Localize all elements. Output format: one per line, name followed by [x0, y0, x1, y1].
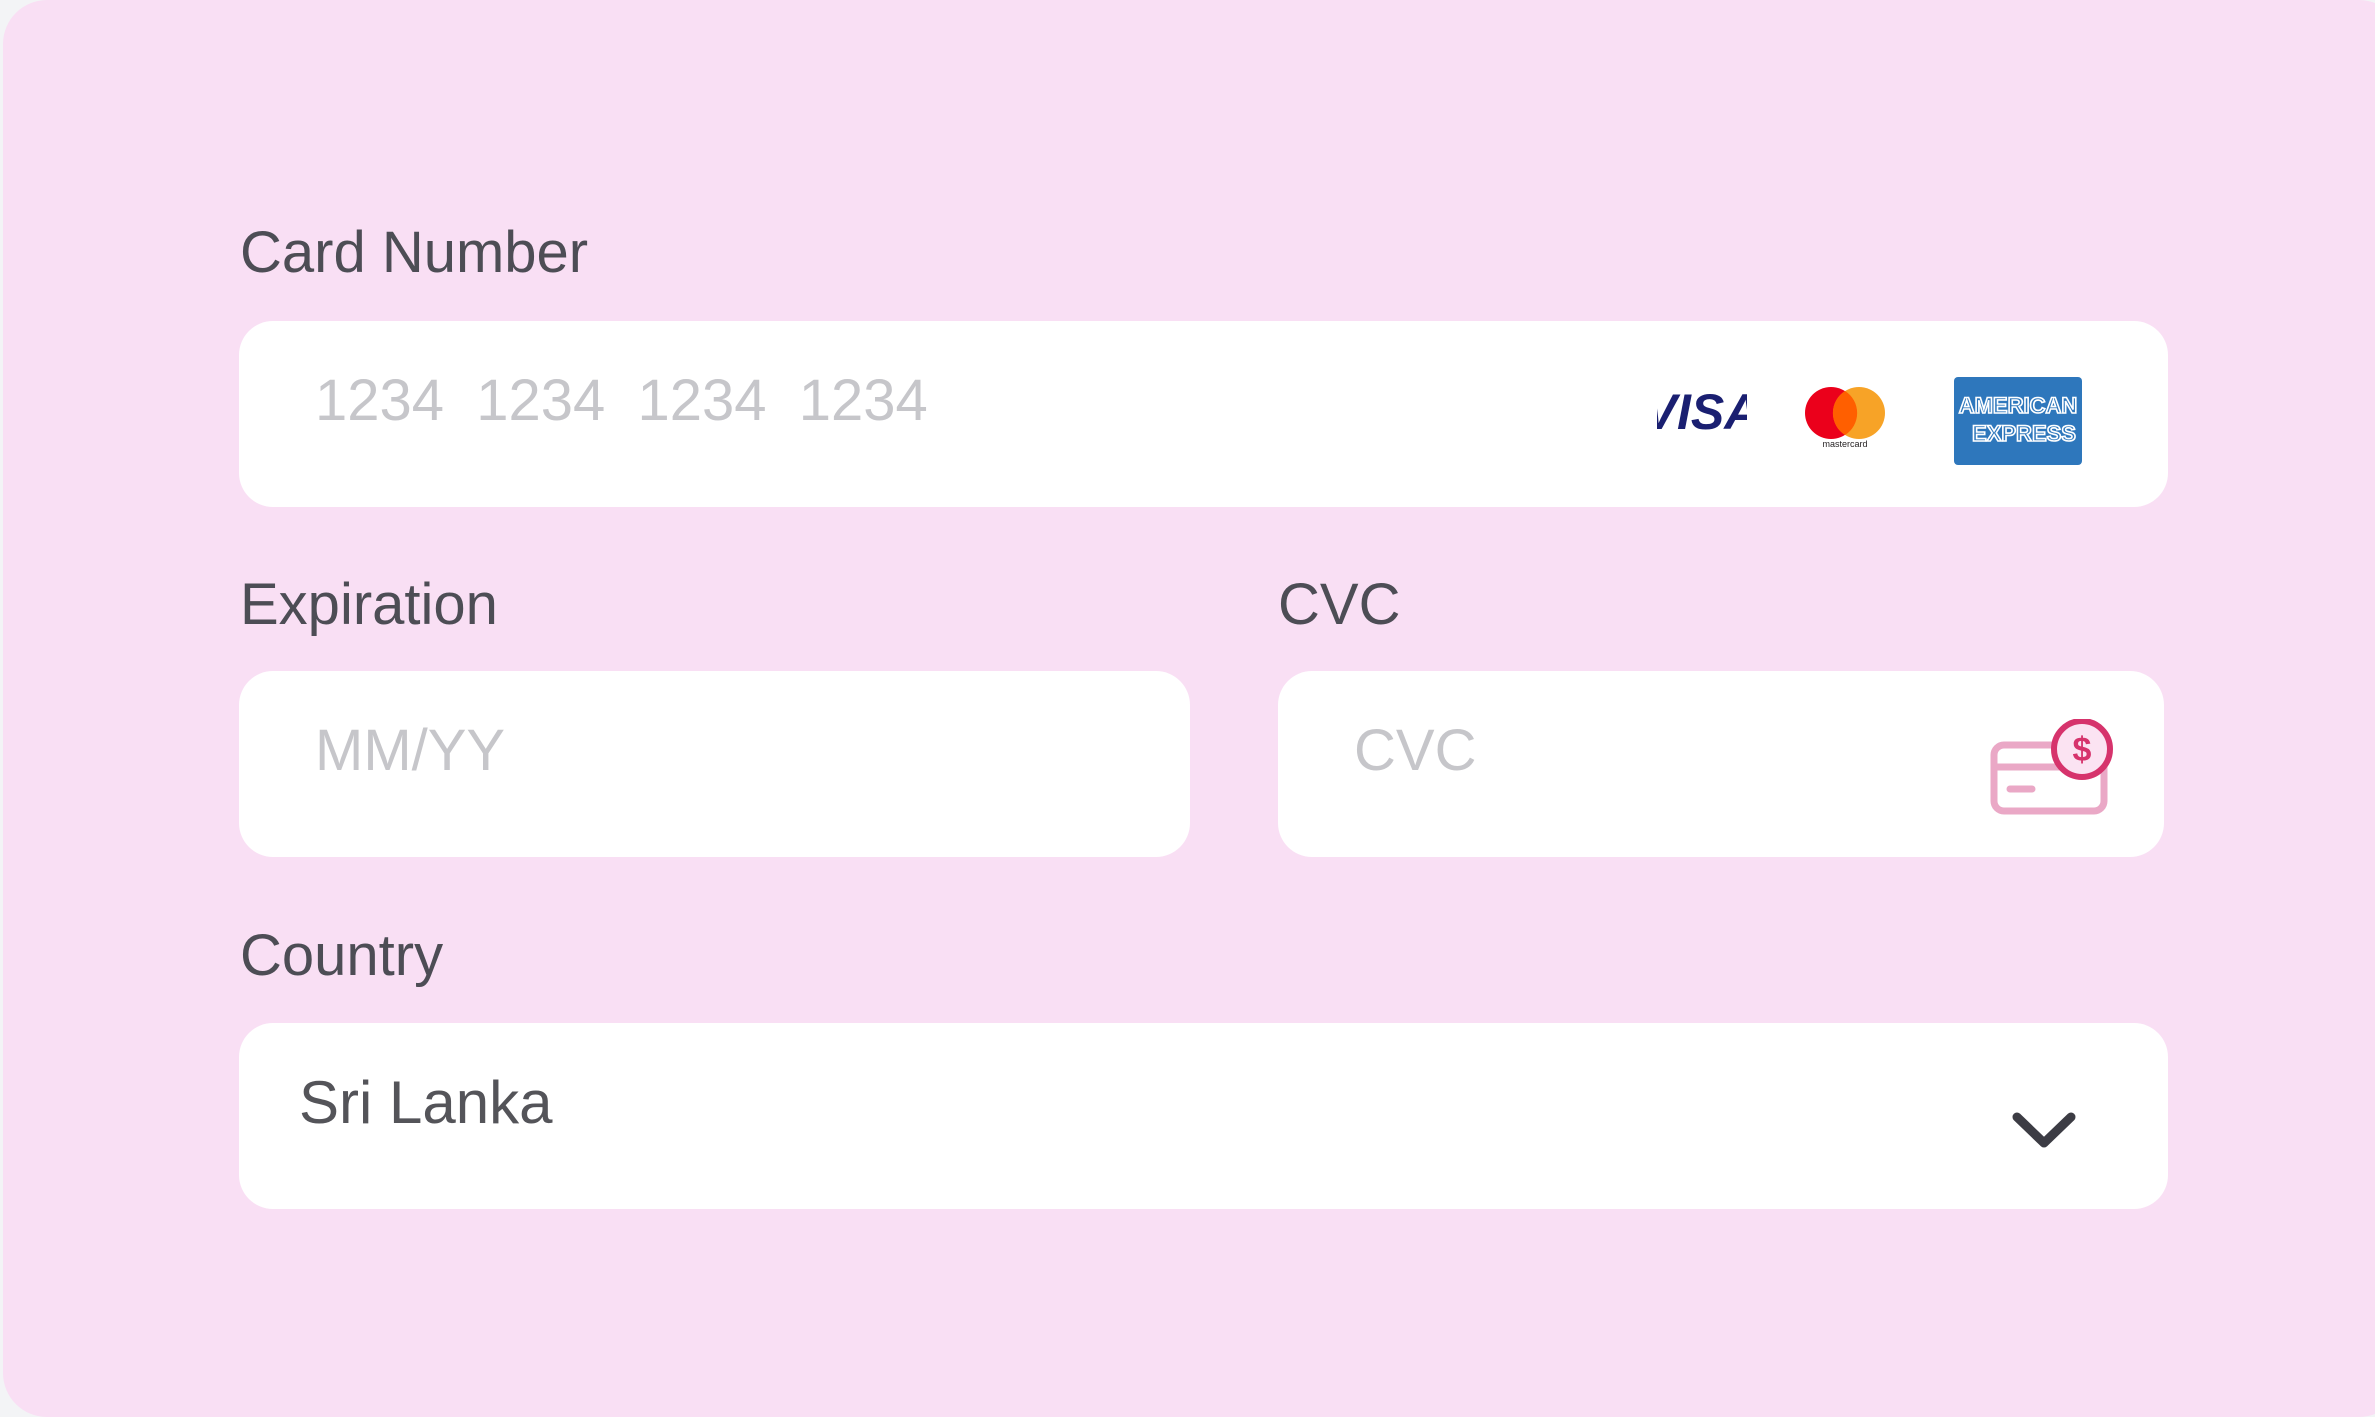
expiration-field-container — [239, 671, 1190, 857]
card-number-field-container: VISA mastercard AMERICAN EXPRESS — [239, 321, 2168, 507]
country-select[interactable]: Sri Lanka — [239, 1023, 2168, 1209]
card-cvc-icon: $ — [1990, 719, 2113, 815]
expiration-input[interactable] — [239, 671, 1190, 857]
country-selected-value: Sri Lanka — [299, 1069, 553, 1136]
payment-form-panel: Card Number VISA mastercard AMERICAN EXP… — [3, 0, 2375, 1417]
amex-logo-icon: AMERICAN EXPRESS — [1954, 377, 2082, 465]
chevron-down-icon[interactable] — [2009, 1105, 2079, 1155]
visa-logo-text: VISA — [1657, 385, 1747, 437]
svg-text:$: $ — [2073, 731, 2092, 769]
mastercard-logo-icon: mastercard — [1805, 387, 1885, 449]
svg-text:EXPRESS: EXPRESS — [1972, 421, 2076, 446]
visa-logo-icon: VISA — [1657, 385, 1747, 437]
cvc-label: CVC — [1278, 572, 1401, 637]
expiration-label: Expiration — [240, 572, 498, 637]
amex-logo-text: AMERICAN — [1959, 393, 2078, 418]
country-label: Country — [240, 923, 444, 988]
mastercard-logo-text: mastercard — [1822, 439, 1867, 449]
card-number-label: Card Number — [240, 220, 589, 285]
cvc-field-container: $ — [1278, 671, 2164, 857]
